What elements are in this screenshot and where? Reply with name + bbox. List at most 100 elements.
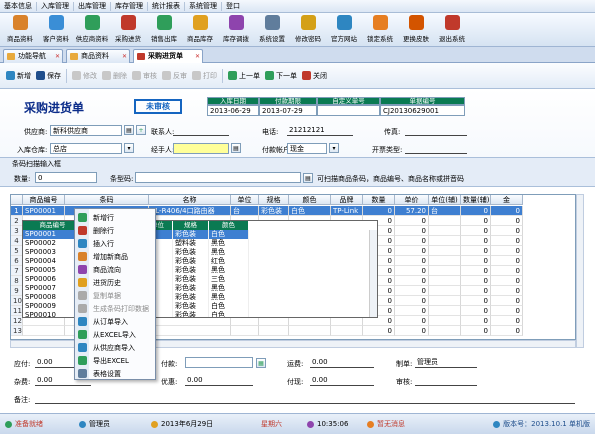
menu-item-3[interactable]: 库存管理 xyxy=(111,0,147,13)
toolbar-button-2[interactable]: 供应商资料 xyxy=(74,13,110,43)
grid-cell-price[interactable]: 0 xyxy=(395,226,429,236)
grid-cell-unit2[interactable] xyxy=(429,266,461,276)
grid-cell-spec[interactable]: 彩色装 xyxy=(259,206,289,216)
grid-column-header[interactable]: 数量(辅) xyxy=(461,195,491,205)
grid-column-header[interactable]: 数量 xyxy=(363,195,395,205)
grid-cell-qty2[interactable]: 0 xyxy=(461,326,491,336)
supplier-lookup-icon[interactable]: ▤ xyxy=(124,125,134,135)
grid-cell-unit2[interactable] xyxy=(429,236,461,246)
supplier-add-icon[interactable]: + xyxy=(136,125,146,135)
remark-field[interactable] xyxy=(35,393,575,404)
grid-cell-price[interactable]: 0 xyxy=(395,256,429,266)
grid-cell-price[interactable]: 0 xyxy=(395,266,429,276)
tab-purchase[interactable]: 采购进货单 ✕ xyxy=(133,49,203,64)
toolbar-button-1[interactable]: 客户资料 xyxy=(38,13,74,43)
context-menu-item[interactable]: 生成条码打印数据 xyxy=(75,303,157,314)
menu-item-1[interactable]: 入库管理 xyxy=(37,0,73,13)
status-message[interactable]: 暂无消息 xyxy=(362,419,442,429)
grid-cell-name[interactable] xyxy=(149,326,231,336)
contact-field[interactable] xyxy=(173,125,229,136)
grid-cell-brand[interactable]: TP-Link xyxy=(331,206,363,216)
grid-cell-price[interactable]: 0 xyxy=(395,276,429,286)
grid-cell-amt[interactable]: 0 xyxy=(491,326,523,336)
grid-column-header[interactable]: 单位(辅) xyxy=(429,195,461,205)
grid-cell-unit2[interactable] xyxy=(429,216,461,226)
grid-cell-amt[interactable]: 0 xyxy=(491,236,523,246)
menu-item-5[interactable]: 系统管理 xyxy=(185,0,221,13)
grid-cell-unit2[interactable] xyxy=(429,296,461,306)
grid-cell-unit2[interactable] xyxy=(429,256,461,266)
grid-cell-unit2[interactable] xyxy=(429,276,461,286)
grid-cell-qty2[interactable]: 0 xyxy=(461,266,491,276)
context-menu-item[interactable]: 导出EXCEL xyxy=(75,355,157,366)
grid-cell-amt[interactable]: 0 xyxy=(491,216,523,226)
grid-cell-qty2[interactable]: 0 xyxy=(461,306,491,316)
warehouse-field[interactable]: 总店 xyxy=(50,143,122,154)
grid-cell-qty2[interactable]: 0 xyxy=(461,256,491,266)
context-menu-item[interactable]: 删除行 xyxy=(75,225,157,236)
toolbar-button-6[interactable]: 库存调拨 xyxy=(218,13,254,43)
fax-field[interactable] xyxy=(405,125,467,136)
close-icon[interactable]: ✕ xyxy=(195,50,200,63)
context-menu-item[interactable]: 插入行 xyxy=(75,238,157,249)
grid-cell-price[interactable]: 0 xyxy=(395,286,429,296)
grid-cell-qty2[interactable]: 0 xyxy=(461,286,491,296)
grid-column-header[interactable]: 单价 xyxy=(395,195,429,205)
discount-field[interactable]: 0.00 xyxy=(185,375,253,386)
toolbar-button-8[interactable]: 修改密码 xyxy=(290,13,326,43)
grid-cell-amt[interactable]: 0 xyxy=(491,296,523,306)
menu-item-2[interactable]: 出库管理 xyxy=(74,0,110,13)
grid-cell-amt[interactable]: 0 xyxy=(491,266,523,276)
grid-cell-color[interactable]: 白色 xyxy=(289,206,331,216)
dropdown-scrollbar[interactable] xyxy=(369,230,377,317)
freight-field[interactable]: 0.00 xyxy=(310,357,374,368)
toolbar-button-3[interactable]: 采购进货 xyxy=(110,13,146,43)
grid-cell-amt[interactable]: 0 xyxy=(491,316,523,326)
menu-item-4[interactable]: 统计报表 xyxy=(148,0,184,13)
grid-column-header[interactable]: 规格 xyxy=(259,195,289,205)
context-menu-item[interactable]: 商品流向 xyxy=(75,264,157,275)
menu-item-6[interactable]: 登口 xyxy=(222,0,244,13)
grid-column-header[interactable]: 单位 xyxy=(231,195,259,205)
grid-cell-name[interactable]: TL-R406/4口路由器 xyxy=(149,206,231,216)
toolbar-button-11[interactable]: 更换皮肤 xyxy=(398,13,434,43)
grid-cell-amt[interactable]: 0 xyxy=(491,226,523,236)
tab-nav[interactable]: 功能导航 ✕ xyxy=(3,49,63,63)
date-field[interactable]: 2013-06-29 xyxy=(207,105,259,116)
grid-column-header[interactable]: 商品编号 xyxy=(23,195,65,205)
close-icon[interactable]: ✕ xyxy=(122,50,127,63)
grid-cell-code[interactable] xyxy=(23,326,65,336)
grid-cell-price[interactable]: 0 xyxy=(395,326,429,336)
grid-cell-amt[interactable]: 0 xyxy=(491,246,523,256)
due-field[interactable]: 2013-07-29 xyxy=(259,105,317,116)
handler-lookup-icon[interactable]: ▤ xyxy=(231,143,241,153)
grid-cell-unit2[interactable] xyxy=(429,326,461,336)
scan-qty-input[interactable]: 0 xyxy=(35,172,97,183)
context-menu-item[interactable]: 新增行 xyxy=(75,212,157,223)
calc-icon[interactable]: ▦ xyxy=(256,358,266,368)
grid-cell-qty2[interactable]: 0 xyxy=(461,276,491,286)
vertical-scrollbar[interactable] xyxy=(576,194,584,348)
grid-column-header[interactable]: 金 xyxy=(491,195,523,205)
grid-cell-amt[interactable]: 0 xyxy=(491,276,523,286)
action-button-7[interactable]: 上一单 xyxy=(228,71,260,81)
action-button-3[interactable]: 删除 xyxy=(102,71,127,81)
account-dropdown-icon[interactable]: ▾ xyxy=(329,143,339,153)
grid-cell-spec[interactable] xyxy=(259,326,289,336)
scan-lookup-icon[interactable]: ▤ xyxy=(303,173,313,183)
phone-field[interactable]: 21212121 xyxy=(287,125,353,136)
grid-cell-price[interactable]: 0 xyxy=(395,306,429,316)
grid-cell-brand[interactable] xyxy=(331,326,363,336)
grid-column-header[interactable]: 颜色 xyxy=(289,195,331,205)
toolbar-button-12[interactable]: 退出系统 xyxy=(434,13,470,43)
context-menu-item[interactable]: 进货历史 xyxy=(75,277,157,288)
grid-cell-qty2[interactable]: 0 xyxy=(461,296,491,306)
grid-cell-price[interactable]: 0 xyxy=(395,216,429,226)
grid-cell-unit2[interactable]: 台 xyxy=(429,206,461,216)
grid-cell-qty2[interactable]: 0 xyxy=(461,236,491,246)
context-menu-item[interactable]: 增加新商品 xyxy=(75,251,157,262)
grid-cell-price[interactable]: 0 xyxy=(395,236,429,246)
action-button-5[interactable]: 反审 xyxy=(162,71,187,81)
context-menu-item[interactable]: 复制单据 xyxy=(75,290,157,301)
grid-cell-amt[interactable]: 0 xyxy=(491,256,523,266)
